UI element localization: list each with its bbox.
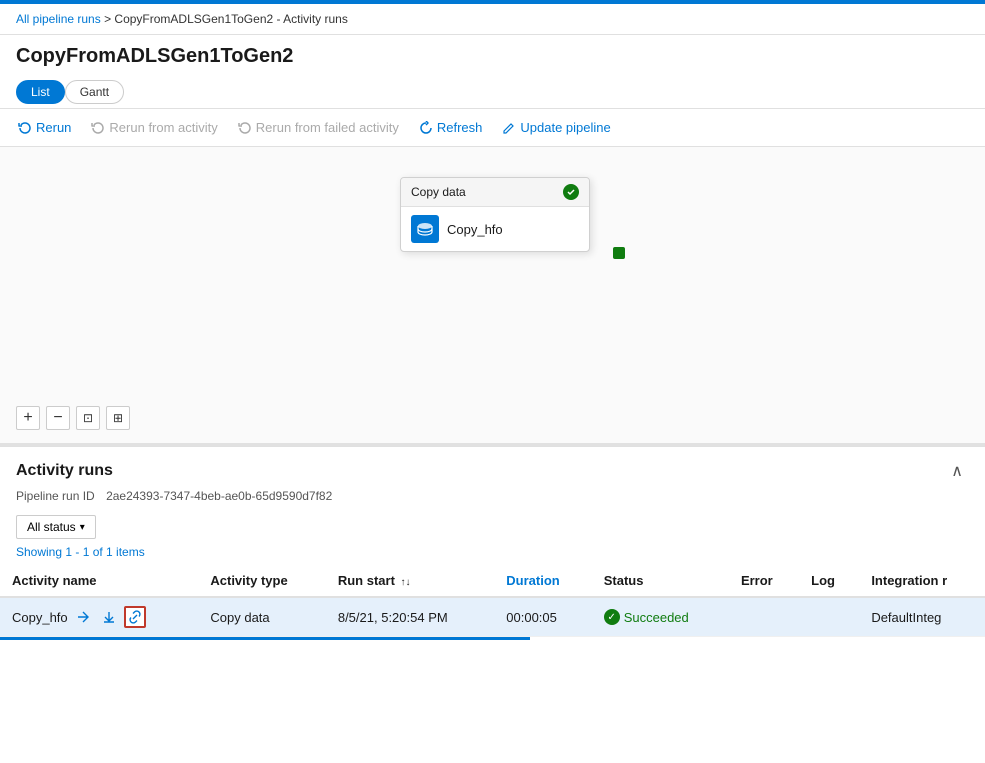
frame-button[interactable]: ⊞: [106, 406, 130, 430]
bottom-section: Activity runs ∧ Pipeline run ID 2ae24393…: [0, 447, 985, 640]
action-link-icon[interactable]: [124, 606, 146, 628]
success-icon: ✓: [604, 609, 620, 625]
popup-item[interactable]: Copy_hfo: [401, 207, 589, 251]
cell-duration: 00:00:05: [494, 597, 591, 637]
popup-header: Copy data: [401, 178, 589, 207]
zoom-in-button[interactable]: +: [16, 406, 40, 430]
diagram-divider: [0, 443, 985, 446]
col-duration: Duration: [494, 565, 591, 597]
cell-status: ✓ Succeeded: [592, 597, 729, 637]
rerun-button[interactable]: Rerun: [8, 115, 81, 140]
cell-integration: DefaultInteg: [859, 597, 985, 637]
activity-runs-header: Activity runs ∧: [0, 447, 985, 487]
rerun-from-activity-icon: [91, 121, 105, 135]
success-dot: [563, 184, 579, 200]
page-title: CopyFromADLSGen1ToGen2: [0, 35, 985, 76]
success-badge: ✓ Succeeded: [604, 609, 717, 625]
filter-row: All status ▾: [0, 511, 985, 543]
node-indicator: [613, 247, 625, 259]
edit-icon: [502, 121, 516, 135]
cell-run-start: 8/5/21, 5:20:54 PM: [326, 597, 494, 637]
col-activity-type: Activity type: [198, 565, 325, 597]
copy-data-icon: [411, 215, 439, 243]
breadcrumb: All pipeline runs > CopyFromADLSGen1ToGe…: [0, 4, 985, 35]
rerun-from-activity-button[interactable]: Rerun from activity: [81, 115, 227, 140]
update-pipeline-button[interactable]: Update pipeline: [492, 115, 620, 140]
zoom-out-button[interactable]: −: [46, 406, 70, 430]
popup-item-label: Copy_hfo: [447, 222, 503, 237]
table-row[interactable]: Copy_hfo: [0, 597, 985, 637]
fit-page-button[interactable]: ⊡: [76, 406, 100, 430]
showing-text: Showing 1 - 1 of 1 items: [0, 543, 985, 565]
pipeline-run-id-value: 2ae24393-7347-4beb-ae0b-65d9590d7f82: [106, 489, 332, 503]
tab-list[interactable]: List: [16, 80, 65, 104]
activity-name-cell: Copy_hfo: [12, 606, 186, 628]
activity-runs-table: Activity name Activity type Run start ↑↓…: [0, 565, 985, 637]
breadcrumb-separator: >: [104, 12, 111, 26]
action-navigate-icon[interactable]: [72, 606, 94, 628]
pipeline-popup: Copy data Copy_hfo: [400, 177, 590, 252]
table-container: Activity name Activity type Run start ↑↓…: [0, 565, 985, 640]
cell-error: [729, 597, 799, 637]
col-run-start[interactable]: Run start ↑↓: [326, 565, 494, 597]
frame-icon: ⊞: [113, 411, 123, 425]
tab-gantt[interactable]: Gantt: [65, 80, 124, 104]
breadcrumb-current: CopyFromADLSGen1ToGen2 - Activity runs: [114, 12, 347, 26]
cell-log: [799, 597, 859, 637]
pipeline-run-id-row: Pipeline run ID 2ae24393-7347-4beb-ae0b-…: [0, 487, 985, 511]
col-status: Status: [592, 565, 729, 597]
tabs-row: List Gantt: [0, 76, 985, 108]
chevron-down-icon: ▾: [80, 522, 85, 533]
filter-button[interactable]: All status ▾: [16, 515, 96, 539]
rerun-from-failed-icon: [238, 121, 252, 135]
cell-activity-type: Copy data: [198, 597, 325, 637]
activity-runs-title: Activity runs: [16, 462, 113, 480]
rerun-from-failed-button[interactable]: Rerun from failed activity: [228, 115, 409, 140]
col-activity-name: Activity name: [0, 565, 198, 597]
sort-icon: ↑↓: [401, 577, 411, 588]
col-integration: Integration r: [859, 565, 985, 597]
refresh-icon: [419, 121, 433, 135]
action-export-icon[interactable]: [98, 606, 120, 628]
breadcrumb-link[interactable]: All pipeline runs: [16, 12, 101, 26]
cell-activity-name: Copy_hfo: [0, 597, 198, 637]
zoom-controls: + − ⊡ ⊞: [16, 406, 130, 430]
progress-bar: [0, 637, 530, 640]
collapse-button[interactable]: ∧: [945, 459, 969, 483]
col-log: Log: [799, 565, 859, 597]
col-error: Error: [729, 565, 799, 597]
fit-page-icon: ⊡: [83, 411, 93, 425]
refresh-button[interactable]: Refresh: [409, 115, 493, 140]
diagram-area: Copy data Copy_hfo + − ⊡ ⊞: [0, 147, 985, 447]
rerun-icon: [18, 121, 32, 135]
toolbar: Rerun Rerun from activity Rerun from fai…: [0, 108, 985, 147]
